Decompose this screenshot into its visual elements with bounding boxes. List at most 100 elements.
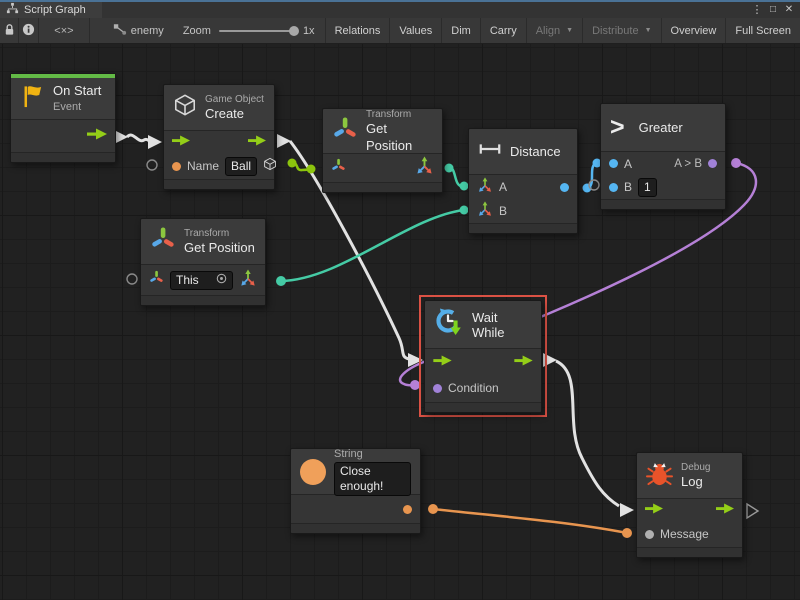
chevron-down-icon: ▼ bbox=[566, 27, 573, 34]
transform-input-port[interactable] bbox=[149, 270, 164, 290]
info-icon bbox=[22, 23, 35, 39]
output-label: A > B bbox=[674, 158, 702, 170]
gameobject-output-port[interactable] bbox=[263, 157, 277, 176]
zoom-slider[interactable] bbox=[219, 30, 295, 32]
graph-toolbar: <×> enemy Zoom 1x Relations Values Dim C… bbox=[0, 18, 800, 44]
wire-exec-waitwhile-debug[interactable] bbox=[543, 353, 634, 517]
relations-button[interactable]: Relations bbox=[325, 18, 391, 43]
exec-input-port[interactable] bbox=[172, 133, 190, 151]
node-footer bbox=[291, 523, 420, 533]
number-output-port[interactable] bbox=[560, 183, 569, 192]
exec-output-port[interactable] bbox=[514, 353, 533, 371]
toolbar-spacer bbox=[90, 18, 104, 43]
node-footer bbox=[164, 179, 274, 189]
object-picker-icon[interactable] bbox=[216, 273, 227, 288]
target-field[interactable]: This bbox=[170, 271, 233, 290]
string-value-field[interactable]: Close enough! bbox=[334, 462, 411, 496]
node-wait-while[interactable]: Wait While Condition bbox=[424, 300, 542, 413]
graph-canvas[interactable]: On Start Event Game Object Create bbox=[0, 44, 800, 600]
graph-breadcrumb[interactable]: enemy bbox=[104, 18, 173, 43]
port-label: Message bbox=[660, 527, 709, 541]
transform-input-port[interactable] bbox=[331, 158, 346, 178]
wire-vector-getpositionbottom-distance-b[interactable] bbox=[276, 206, 469, 287]
window-menu-icon[interactable]: ⋮ bbox=[749, 2, 765, 18]
window-controls: ⋮ □ ✕ bbox=[749, 2, 800, 18]
wire-vector-getpositiontop-distance-a[interactable] bbox=[445, 164, 469, 191]
b-value-field[interactable]: 1 bbox=[638, 178, 657, 197]
node-on-start[interactable]: On Start Event bbox=[10, 73, 116, 163]
node-get-position-top[interactable]: Transform Get Position bbox=[322, 108, 443, 193]
node-category: Event bbox=[53, 100, 101, 114]
flag-icon bbox=[20, 84, 45, 114]
node-distance[interactable]: Distance A B bbox=[468, 128, 578, 234]
button-label: Values bbox=[399, 25, 432, 37]
node-title: On Start bbox=[53, 83, 101, 100]
zoom-slider-handle[interactable] bbox=[289, 26, 299, 36]
node-category: String bbox=[334, 447, 411, 461]
window-titlebar: Script Graph ⋮ □ ✕ bbox=[0, 0, 800, 18]
info-button[interactable] bbox=[19, 18, 38, 43]
dim-button[interactable]: Dim bbox=[442, 18, 481, 43]
lock-button[interactable] bbox=[0, 18, 19, 43]
full-screen-button[interactable]: Full Screen bbox=[726, 18, 800, 43]
values-button[interactable]: Values bbox=[390, 18, 442, 43]
button-label: Align bbox=[536, 25, 560, 37]
overview-button[interactable]: Overview bbox=[662, 18, 727, 43]
tab-title: Script Graph bbox=[24, 4, 86, 16]
align-button[interactable]: Align ▼ bbox=[527, 18, 583, 43]
exec-output-port[interactable] bbox=[716, 501, 734, 519]
node-title: Greater bbox=[639, 120, 683, 135]
name-field[interactable]: Ball bbox=[225, 157, 257, 176]
node-greater[interactable]: > Greater A A > B B 1 bbox=[600, 103, 726, 210]
node-create-gameobject[interactable]: Game Object Create Name Ball bbox=[163, 84, 275, 190]
tab-script-graph[interactable]: Script Graph bbox=[0, 2, 102, 18]
button-label: Dim bbox=[451, 25, 471, 37]
unconnected-port-circle[interactable] bbox=[147, 160, 157, 170]
transform-icon bbox=[150, 226, 176, 257]
node-string-literal[interactable]: String Close enough! bbox=[290, 448, 421, 534]
unconnected-port-circle[interactable] bbox=[127, 274, 137, 284]
wire-exec-onstart-create[interactable] bbox=[114, 130, 162, 149]
node-footer bbox=[469, 223, 577, 233]
string-output-port[interactable] bbox=[403, 505, 412, 514]
vector3-output-port[interactable] bbox=[415, 156, 434, 180]
maximize-icon[interactable]: □ bbox=[765, 2, 781, 18]
exec-input-port[interactable] bbox=[645, 501, 663, 519]
exec-input-port[interactable] bbox=[433, 353, 452, 371]
number-input-port-b[interactable] bbox=[609, 183, 618, 192]
node-footer bbox=[141, 295, 265, 305]
field-value: Ball bbox=[231, 159, 251, 174]
bool-output-port[interactable] bbox=[708, 159, 717, 168]
distribute-button[interactable]: Distribute▼ bbox=[583, 18, 661, 43]
node-title: Create bbox=[205, 106, 264, 123]
code-icon: <×> bbox=[54, 25, 73, 37]
zoom-value: 1x bbox=[303, 25, 315, 37]
node-title: Get Position bbox=[184, 240, 255, 257]
node-category: Transform bbox=[184, 227, 255, 240]
node-title: Distance bbox=[510, 144, 561, 159]
bool-input-port[interactable] bbox=[433, 384, 442, 393]
exec-output-port[interactable] bbox=[248, 133, 266, 151]
message-input-port[interactable] bbox=[645, 530, 654, 539]
zoom-label: Zoom bbox=[183, 25, 211, 37]
transform-icon bbox=[332, 116, 358, 147]
wire-string-debuglog[interactable] bbox=[428, 504, 632, 538]
vector3-input-port-b[interactable] bbox=[477, 201, 493, 222]
unconnected-exec-triangle[interactable] bbox=[747, 504, 758, 518]
vector3-output-port[interactable] bbox=[239, 269, 257, 292]
node-get-position-bottom[interactable]: Transform Get Position This bbox=[140, 218, 266, 306]
script-graph-icon bbox=[6, 2, 19, 18]
close-icon[interactable]: ✕ bbox=[781, 2, 797, 18]
vector3-input-port-a[interactable] bbox=[477, 177, 493, 198]
string-input-port[interactable] bbox=[172, 162, 181, 171]
number-input-port-a[interactable] bbox=[609, 159, 618, 168]
code-preview-button[interactable]: <×> bbox=[39, 18, 90, 43]
distance-icon bbox=[478, 142, 502, 161]
node-debug-log[interactable]: Debug Log Message bbox=[636, 452, 743, 558]
carry-button[interactable]: Carry bbox=[481, 18, 527, 43]
node-category: Debug bbox=[681, 461, 710, 474]
node-footer bbox=[323, 182, 442, 192]
wire-gameobject-create-getposition[interactable] bbox=[288, 159, 316, 174]
exec-output-port[interactable] bbox=[87, 127, 107, 145]
graph-icon bbox=[113, 23, 127, 39]
